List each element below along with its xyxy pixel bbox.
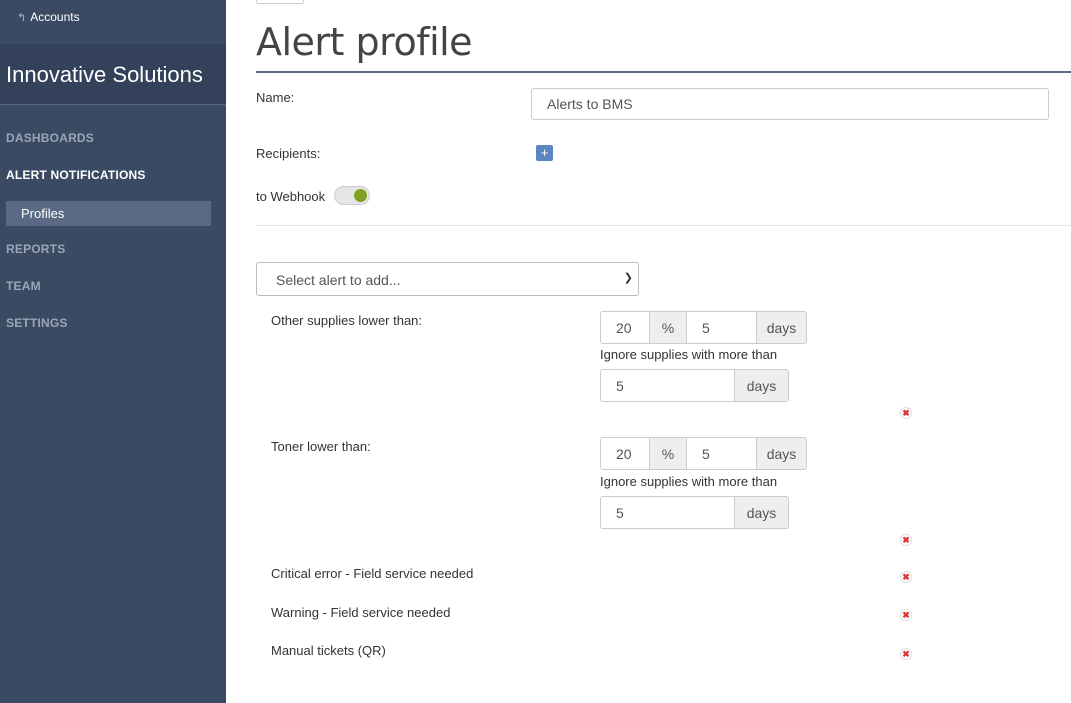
ignore-label: Ignore supplies with more than bbox=[600, 347, 778, 362]
webhook-label: to Webhook bbox=[256, 189, 326, 204]
percent-addon: % bbox=[650, 311, 687, 344]
alert-label: Manual tickets (QR) bbox=[271, 643, 386, 658]
alert-label: Other supplies lower than: bbox=[271, 313, 423, 328]
ignore-input-group: 5 days bbox=[600, 369, 789, 402]
add-recipient-button[interactable]: + bbox=[536, 145, 553, 161]
name-label: Name: bbox=[256, 90, 295, 105]
percent-input[interactable]: 20 bbox=[600, 311, 650, 344]
title-divider bbox=[256, 71, 1071, 73]
back-arrow-icon: ↰ bbox=[17, 12, 27, 24]
toggle-knob bbox=[354, 189, 367, 202]
remove-alert-icon[interactable]: ✖ bbox=[900, 648, 912, 660]
alert-select[interactable]: Select alert to add... ❯ bbox=[256, 262, 639, 296]
main-content: Alert profile Name: Recipients: + to Web… bbox=[226, 0, 1071, 703]
ignore-days-addon: days bbox=[735, 369, 789, 402]
top-tab[interactable] bbox=[256, 0, 304, 4]
company-name: Innovative Solutions bbox=[6, 62, 203, 87]
sidebar: ↰ Accounts Innovative Solutions DASHBOARD… bbox=[0, 0, 226, 703]
page-title: Alert profile bbox=[256, 20, 473, 64]
sidebar-subitem-profiles[interactable]: Profiles bbox=[6, 201, 211, 226]
webhook-toggle[interactable] bbox=[334, 186, 370, 205]
ignore-label: Ignore supplies with more than bbox=[600, 474, 778, 489]
remove-alert-icon[interactable]: ✖ bbox=[900, 534, 912, 546]
ignore-days-input[interactable]: 5 bbox=[600, 369, 735, 402]
recipients-label: Recipients: bbox=[256, 146, 321, 161]
chevron-down-icon: ❯ bbox=[623, 272, 633, 284]
sidebar-item-settings[interactable]: SETTINGS bbox=[6, 316, 68, 330]
ignore-days-input[interactable]: 5 bbox=[600, 496, 735, 529]
company-header: Innovative Solutions bbox=[0, 44, 226, 105]
accounts-link-label: Accounts bbox=[30, 10, 80, 24]
days-input[interactable]: 5 bbox=[687, 437, 757, 470]
sidebar-item-alert-notifications[interactable]: ALERT NOTIFICATIONS bbox=[6, 168, 146, 182]
alert-label: Critical error - Field service needed bbox=[271, 566, 474, 581]
ignore-input-group: 5 days bbox=[600, 496, 789, 529]
remove-alert-icon[interactable]: ✖ bbox=[900, 609, 912, 621]
threshold-input-group: 20 % 5 days bbox=[600, 437, 807, 470]
days-input[interactable]: 5 bbox=[687, 311, 757, 344]
accounts-link[interactable]: ↰ Accounts bbox=[17, 10, 80, 24]
alert-select-value: Select alert to add... bbox=[276, 272, 401, 288]
sidebar-subitem-profiles-label: Profiles bbox=[21, 206, 65, 221]
remove-alert-icon[interactable]: ✖ bbox=[900, 571, 912, 583]
sidebar-item-reports[interactable]: REPORTS bbox=[6, 242, 65, 256]
alert-label: Warning - Field service needed bbox=[271, 605, 451, 620]
ignore-days-addon: days bbox=[735, 496, 789, 529]
days-addon: days bbox=[757, 311, 807, 344]
days-addon: days bbox=[757, 437, 807, 470]
section-divider bbox=[256, 225, 1071, 226]
sidebar-item-dashboards[interactable]: DASHBOARDS bbox=[6, 131, 94, 145]
threshold-input-group: 20 % 5 days bbox=[600, 311, 807, 344]
sidebar-item-team[interactable]: TEAM bbox=[6, 279, 41, 293]
percent-input[interactable]: 20 bbox=[600, 437, 650, 470]
alert-label: Toner lower than: bbox=[271, 439, 371, 454]
remove-alert-icon[interactable]: ✖ bbox=[900, 407, 912, 419]
name-input[interactable] bbox=[531, 88, 1049, 120]
percent-addon: % bbox=[650, 437, 687, 470]
